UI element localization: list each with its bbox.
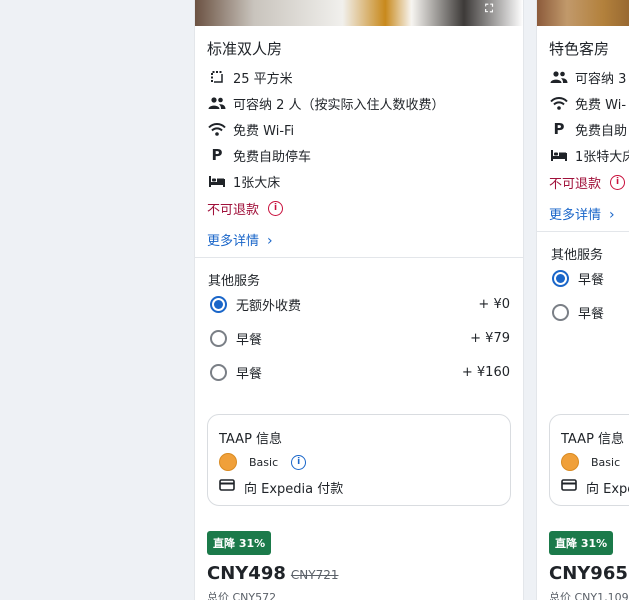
info-icon[interactable]: i (610, 175, 626, 190)
price-row: CNY498 CNY721 (207, 563, 338, 584)
deal-badge: 直降 31% (549, 531, 614, 555)
feature-wifi: 免费 Wi- (549, 93, 626, 113)
bed-icon (549, 149, 569, 161)
radio-unselected[interactable] (210, 329, 227, 347)
feature-parking: P 免费自助 (549, 119, 628, 139)
current-price: CNY965 (549, 563, 628, 584)
extra-option-breakfast-1[interactable]: 早餐 (552, 266, 629, 290)
credit-card-icon (219, 479, 235, 495)
info-icon[interactable]: i (291, 454, 307, 470)
guests-icon (549, 71, 569, 83)
radio-unselected[interactable] (210, 363, 227, 381)
radio-selected[interactable] (552, 269, 569, 287)
extra-option-breakfast-1[interactable]: 早餐 + ¥79 (210, 326, 510, 350)
deal-badge: 直降 31% (207, 531, 272, 555)
refund-policy: 不可退款 i (549, 173, 626, 192)
radio-selected[interactable] (210, 295, 227, 313)
original-price: CNY721 (290, 568, 339, 582)
payment-row: 向 Expe (561, 478, 629, 497)
more-details-link[interactable]: 更多详情 › (207, 230, 273, 249)
wifi-icon (207, 122, 227, 136)
wifi-icon (549, 96, 569, 110)
total-price: 总价 CNY572 (207, 591, 277, 600)
taap-info-box: TAAP 信息 Basic i 向 Expedia 付款 (207, 414, 511, 506)
credit-card-icon (561, 479, 577, 495)
divider (537, 231, 629, 232)
extra-option-breakfast-2[interactable]: 早餐 + ¥160 (210, 360, 510, 384)
room-card-featured: 特色客房 可容纳 3 免费 Wi- P 免费自助 1张特大床 不可退款 i 更多… (536, 0, 629, 600)
current-price: CNY498 (207, 563, 286, 584)
tier-badge-icon (561, 453, 579, 471)
info-icon[interactable]: i (268, 201, 284, 216)
gallery-icon: ⛶ (485, 2, 493, 15)
taap-title: TAAP 信息 (561, 432, 625, 447)
tier-row: Basic i (561, 453, 629, 471)
taap-title: TAAP 信息 (219, 432, 283, 447)
chevron-right-icon: › (267, 233, 273, 249)
feature-guests: 可容纳 2 人（按实际入住人数收费） (207, 93, 445, 113)
payment-row: 向 Expedia 付款 (219, 478, 343, 497)
feature-area: 25 平方米 (207, 67, 293, 87)
feature-parking: P 免费自助停车 (207, 145, 312, 165)
tier-badge-icon (219, 453, 237, 471)
total-price: 总价 CNY1,109 (549, 591, 629, 600)
chevron-right-icon: › (609, 207, 615, 223)
extras-title: 其他服务 (208, 274, 261, 289)
divider (195, 257, 523, 258)
room-photo[interactable] (537, 0, 629, 26)
area-icon (207, 70, 227, 84)
feature-wifi: 免费 Wi-Fi (207, 119, 294, 139)
room-card-standard-double: ⛶ 标准双人房 25 平方米 可容纳 2 人（按实际入住人数收费） 免费 Wi-… (194, 0, 524, 600)
room-photo[interactable]: ⛶ (195, 0, 523, 26)
room-title: 标准双人房 (207, 40, 283, 58)
extra-option-breakfast-2[interactable]: 早餐 (552, 300, 629, 324)
extras-title: 其他服务 (551, 248, 604, 263)
parking-icon: P (211, 146, 223, 164)
bed-icon (207, 175, 227, 187)
feature-bed: 1张大床 (207, 171, 280, 191)
feature-guests: 可容纳 3 (549, 67, 626, 87)
room-title: 特色客房 (549, 40, 610, 58)
taap-info-box: TAAP 信息 Basic i 向 Expe (549, 414, 629, 506)
radio-unselected[interactable] (552, 303, 569, 321)
refund-policy: 不可退款 i (207, 199, 284, 218)
guests-icon (207, 97, 227, 109)
feature-bed: 1张特大床 (549, 145, 629, 165)
more-details-link[interactable]: 更多详情 › (549, 204, 615, 223)
extra-option-none[interactable]: 无额外收费 + ¥0 (210, 292, 510, 316)
tier-row: Basic i (219, 453, 307, 471)
parking-icon: P (553, 120, 565, 138)
price-row: CNY965 (549, 563, 628, 584)
